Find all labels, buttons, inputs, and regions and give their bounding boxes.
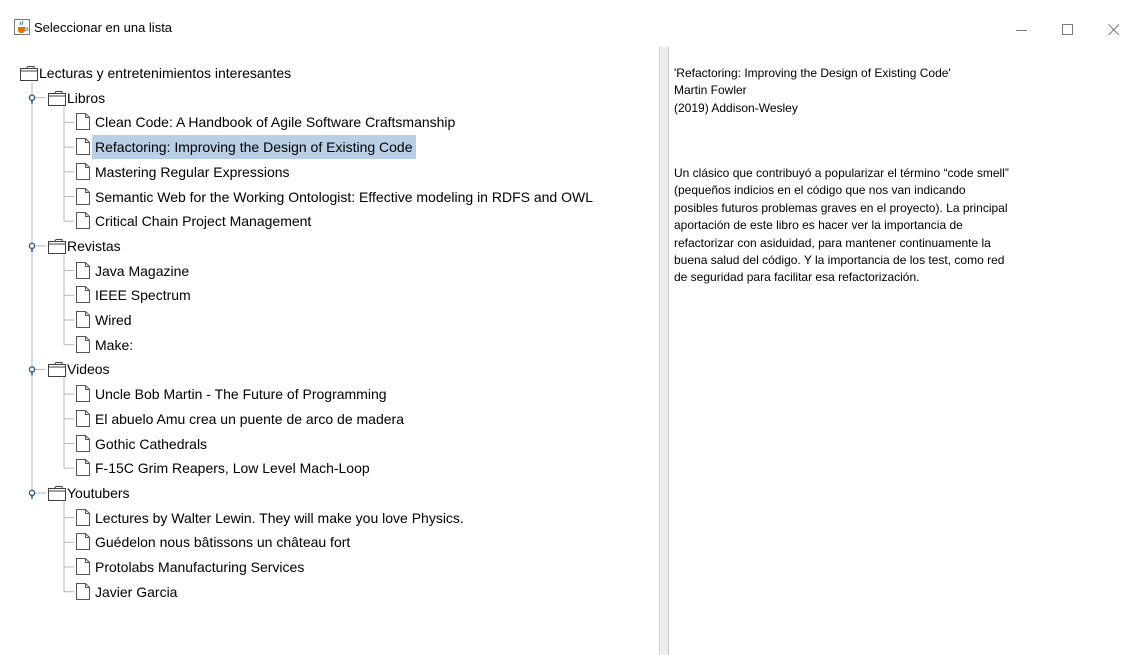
tree-node-label: Make: bbox=[95, 336, 134, 353]
tree-node-label: Gothic Cathedrals bbox=[95, 435, 208, 452]
expanded-toggle-icon[interactable] bbox=[28, 94, 36, 104]
tree-node-label: F-15C Grim Reapers, Low Level Mach-Loop bbox=[95, 460, 370, 477]
detail-author: Martin Fowler bbox=[674, 83, 747, 98]
document-icon bbox=[75, 409, 91, 435]
tree-node-label: Lectures by Walter Lewin. They will make… bbox=[95, 509, 464, 526]
detail-header: 'Refactoring: Improving the Design of Ex… bbox=[674, 65, 951, 117]
tree-node-label: Videos bbox=[67, 361, 110, 378]
tree-node-label: Mastering Regular Expressions bbox=[95, 163, 290, 180]
tree-node-label: Libros bbox=[67, 89, 106, 106]
tree-node-label: Java Magazine bbox=[95, 262, 190, 279]
minimize-button[interactable] bbox=[999, 11, 1045, 47]
title-bar[interactable]: Seleccionar en una lista bbox=[0, 0, 1135, 47]
document-icon bbox=[75, 137, 91, 163]
description-line: posibles futuros problemas graves en el … bbox=[674, 200, 1008, 215]
document-icon bbox=[75, 434, 91, 460]
description-line: refactorizar con asiduidad, para mantene… bbox=[674, 235, 991, 250]
java-cup-icon bbox=[14, 19, 30, 35]
tree-node-label: Protolabs Manufacturing Services bbox=[95, 559, 305, 575]
description-line: (pequeños indicios en el código que nos … bbox=[674, 183, 966, 198]
expanded-toggle-icon[interactable] bbox=[28, 242, 36, 252]
document-icon bbox=[75, 532, 91, 558]
document-icon bbox=[75, 261, 91, 287]
detail-description: Un clásico que contribuyó a popularizar … bbox=[674, 165, 1009, 287]
tree-node-label: Wired bbox=[95, 312, 132, 328]
tree-node-label: Uncle Bob Martin - The Future of Program… bbox=[95, 386, 387, 403]
tree-node-label: Javier Garcia bbox=[95, 583, 178, 600]
expanded-toggle-icon[interactable] bbox=[28, 489, 36, 499]
document-icon bbox=[75, 285, 91, 311]
window-title: Seleccionar en una lista bbox=[34, 20, 173, 35]
detail-pane: 'Refactoring: Improving the Design of Ex… bbox=[669, 47, 1135, 655]
split-pane-divider[interactable] bbox=[659, 47, 669, 655]
minimize-icon bbox=[1016, 30, 1027, 31]
tree-node-label: Refactoring: Improving the Design of Exi… bbox=[92, 135, 416, 160]
detail-title: 'Refactoring: Improving the Design of Ex… bbox=[674, 66, 951, 80]
description-line: Un clásico que contribuyó a popularizar … bbox=[674, 166, 1009, 180]
maximize-button[interactable] bbox=[1045, 11, 1091, 47]
tree-node-label: El abuelo Amu crea un puente de arco de … bbox=[95, 410, 404, 427]
expanded-toggle-icon[interactable] bbox=[28, 366, 36, 376]
tree-node-label: Lecturas y entretenimientos interesantes bbox=[39, 65, 292, 81]
tree-pane[interactable]: Lecturas y entretenimientos interesantes… bbox=[0, 47, 659, 655]
tree-node-label: Youtubers bbox=[67, 484, 130, 501]
close-button[interactable] bbox=[1091, 11, 1135, 47]
maximize-icon bbox=[1062, 24, 1073, 35]
document-icon bbox=[75, 508, 91, 534]
description-line: aportación de este libro es hacer ver la… bbox=[674, 218, 963, 233]
document-icon bbox=[75, 310, 91, 336]
tree-node-label: Semantic Web for the Working Ontologist:… bbox=[95, 188, 593, 205]
description-line: buena salud del código. Y la importancia… bbox=[674, 253, 1005, 268]
document-icon bbox=[75, 187, 91, 213]
document-icon bbox=[75, 112, 91, 138]
tree-node-label: Guédelon nous bâtissons un château fort bbox=[95, 534, 351, 551]
tree-node-label: Revistas bbox=[67, 237, 121, 254]
tree-node-label: Critical Chain Project Management bbox=[95, 213, 312, 230]
tree-node-label: IEEE Spectrum bbox=[95, 287, 191, 304]
detail-publication: (2019) Addison-Wesley bbox=[674, 100, 798, 115]
description-line: de seguridad para facilitar esa refactor… bbox=[674, 270, 920, 285]
document-icon bbox=[75, 582, 91, 608]
document-icon bbox=[75, 557, 91, 583]
document-icon bbox=[75, 384, 91, 410]
document-icon bbox=[75, 162, 91, 188]
tree-node-label: Clean Code: A Handbook of Agile Software… bbox=[95, 114, 456, 131]
close-icon bbox=[1108, 24, 1120, 36]
